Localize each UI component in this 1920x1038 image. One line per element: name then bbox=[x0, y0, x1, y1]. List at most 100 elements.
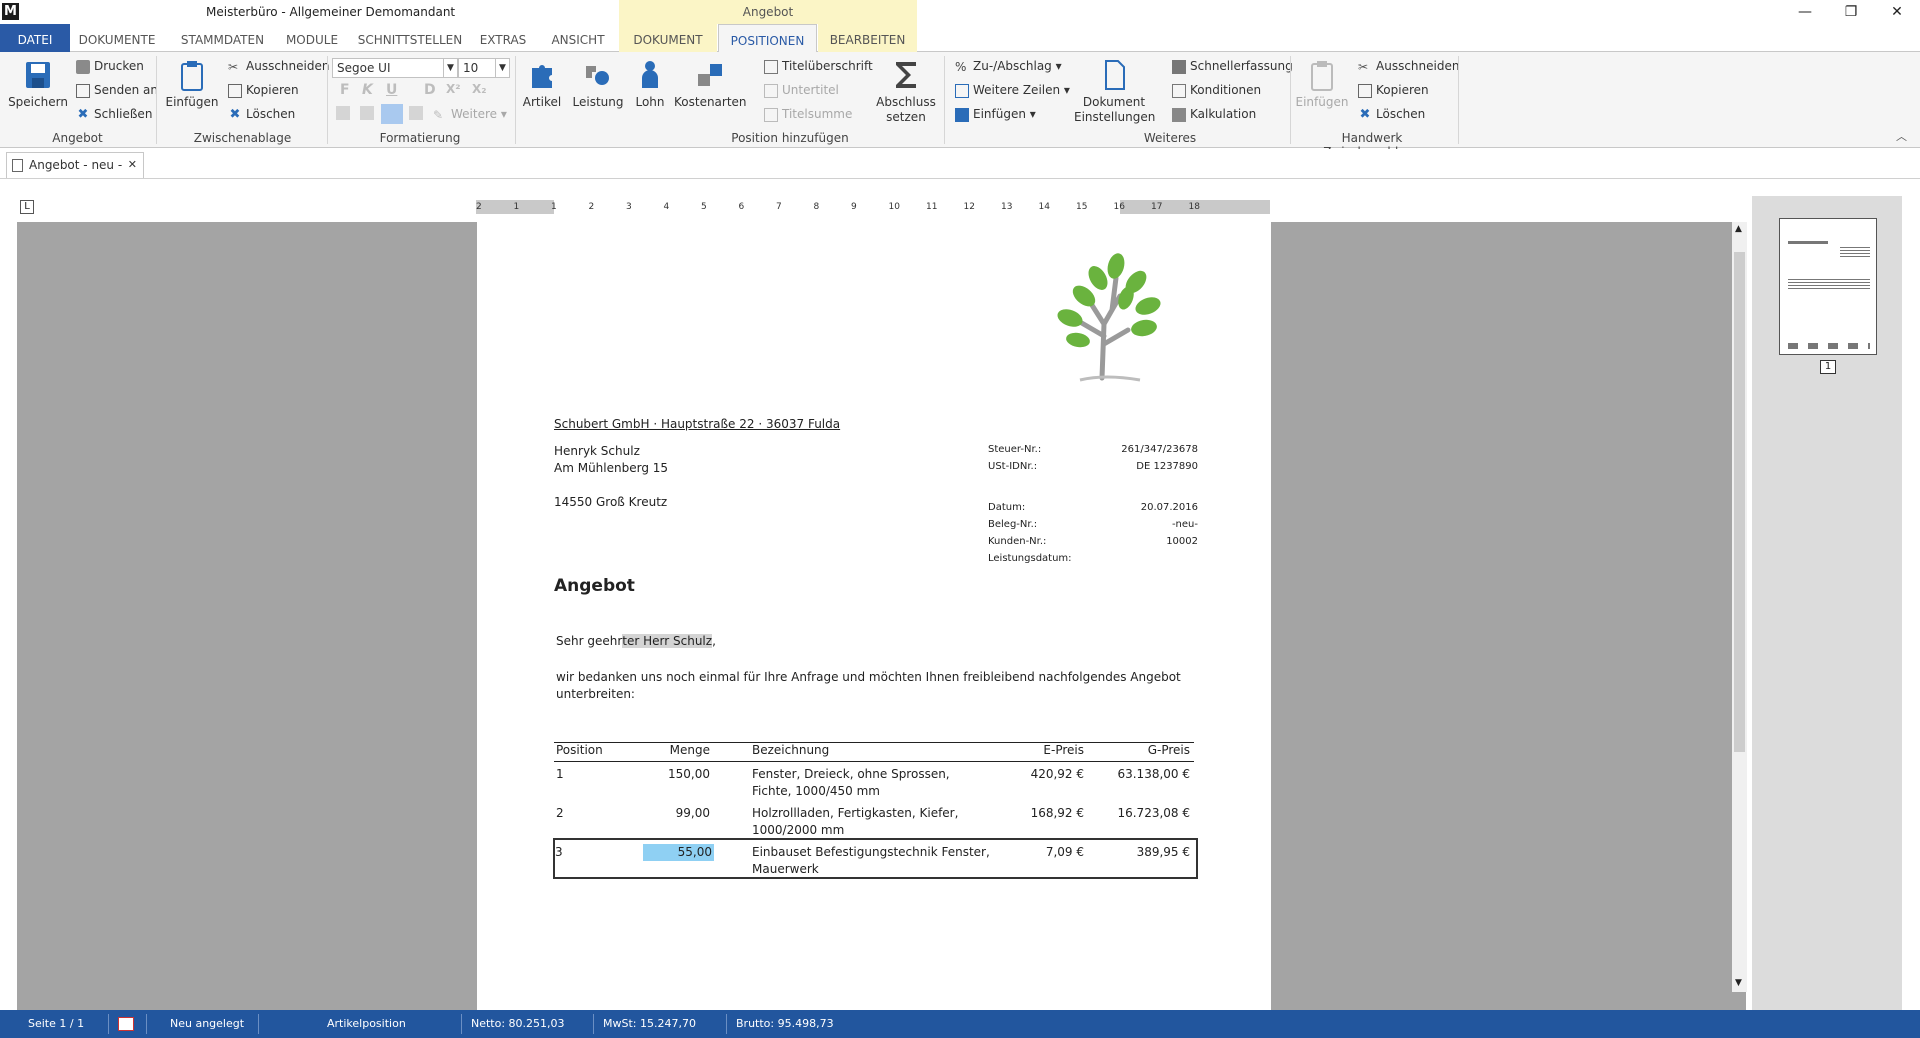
strikethrough-button[interactable]: D bbox=[424, 82, 436, 98]
tab-document-offer[interactable]: Angebot - neu - ✕ bbox=[6, 152, 144, 178]
close-document-button[interactable]: ✖ Schließen bbox=[76, 105, 153, 123]
closing-button[interactable]: Abschluss setzen bbox=[874, 58, 938, 125]
print-label: Drucken bbox=[94, 59, 144, 73]
group-label-clipboard: Zwischenablage bbox=[193, 131, 292, 145]
ruler-tick-label: 3 bbox=[626, 202, 632, 212]
scroll-down-icon[interactable]: ▼ bbox=[1735, 978, 1742, 988]
hw-paste-button[interactable]: Einfügen bbox=[1294, 58, 1350, 110]
document-page[interactable]: Schubert GmbH · Hauptstraße 22 · 36037 F… bbox=[477, 222, 1271, 1010]
pen-icon: ✎ bbox=[433, 107, 444, 122]
service-button[interactable]: Leistung bbox=[570, 58, 626, 110]
ruler-tick-label: 15 bbox=[1076, 202, 1088, 212]
tab-view[interactable]: ANSICHT bbox=[538, 24, 618, 52]
thumbnail-footer bbox=[1788, 343, 1870, 349]
document-icon bbox=[1105, 60, 1125, 90]
status-gross: Brutto: 95.498,73 bbox=[736, 1017, 834, 1030]
cell-quantity: 150,00 bbox=[668, 767, 710, 781]
tab-documents[interactable]: DOKUMENTE bbox=[72, 24, 162, 52]
tab-file[interactable]: DATEI bbox=[0, 24, 70, 52]
tab-modules[interactable]: MODULE bbox=[280, 24, 344, 52]
scroll-up-icon[interactable]: ▲ bbox=[1735, 224, 1742, 234]
separator bbox=[327, 56, 328, 144]
page-thumbnail[interactable] bbox=[1779, 218, 1877, 355]
tab-master-data[interactable]: STAMMDATEN bbox=[170, 24, 275, 52]
close-window-button[interactable]: ✕ bbox=[1874, 0, 1920, 24]
paste-label: Einfügen bbox=[165, 95, 219, 109]
tab-context-document[interactable]: DOKUMENT bbox=[619, 24, 717, 52]
superscript-button[interactable]: X² bbox=[446, 82, 461, 96]
font-family-select[interactable]: Segoe UI ▼ bbox=[332, 58, 458, 78]
insert-button[interactable]: Einfügen ▾ bbox=[955, 105, 1036, 123]
calculator-icon bbox=[1172, 107, 1186, 122]
salutation[interactable]: Sehr geehrter Herr Schulz, bbox=[556, 634, 716, 648]
more-format-label: Weitere bbox=[451, 107, 498, 121]
save-button[interactable]: Speichern bbox=[8, 58, 68, 110]
subtitle-button[interactable]: Untertitel bbox=[764, 81, 839, 99]
subscript-button[interactable]: X₂ bbox=[472, 82, 487, 96]
table-row[interactable]: 1 150,00 Fenster, Dreieck, ohne Sprossen… bbox=[554, 766, 1194, 802]
window-title: Meisterbüro - Allgemeiner Demomandant bbox=[206, 5, 456, 19]
hw-copy-button[interactable]: Kopieren bbox=[1358, 81, 1429, 99]
italic-button[interactable]: K bbox=[362, 82, 373, 98]
cut-button[interactable]: ✂ Ausschneiden bbox=[228, 57, 329, 75]
close-tab-icon[interactable]: ✕ bbox=[128, 153, 137, 177]
article-button[interactable]: Artikel bbox=[520, 58, 564, 110]
hw-cut-button[interactable]: ✂ Ausschneiden bbox=[1358, 57, 1459, 75]
print-button[interactable]: Drucken bbox=[76, 57, 144, 75]
more-rows-label: Weitere Zeilen bbox=[973, 83, 1061, 97]
horizontal-ruler[interactable]: 2 1 1 2 3 4 5 6 7 8 9 10 11 12 13 14 15 16 17 18 bbox=[476, 200, 1270, 214]
calendar-icon[interactable] bbox=[118, 1017, 134, 1031]
copy-button[interactable]: Kopieren bbox=[228, 81, 299, 99]
more-format-button[interactable]: ✎ Weitere ▾ bbox=[433, 105, 507, 123]
more-rows-button[interactable]: Weitere Zeilen ▾ bbox=[955, 81, 1070, 99]
intro-text[interactable]: wir bedanken uns noch einmal für Ihre An… bbox=[556, 669, 1196, 703]
table-row[interactable]: 2 99,00 Holzrollladen, Fertigkasten, Kie… bbox=[554, 805, 1194, 841]
hw-delete-button[interactable]: ✖ Löschen bbox=[1358, 105, 1426, 123]
tab-extras[interactable]: EXTRAS bbox=[474, 24, 532, 52]
collapse-ribbon-icon[interactable]: ︿ bbox=[1896, 128, 1907, 144]
scroll-thumb[interactable] bbox=[1734, 252, 1745, 752]
send-to-button[interactable]: Senden an bbox=[76, 81, 158, 99]
conditions-button[interactable]: Konditionen bbox=[1172, 81, 1261, 99]
justify-icon[interactable] bbox=[409, 106, 423, 120]
selected-row-frame bbox=[553, 838, 1198, 879]
bold-button[interactable]: F bbox=[340, 82, 350, 98]
restore-button[interactable]: ❐ bbox=[1828, 0, 1874, 24]
separator bbox=[461, 1014, 462, 1034]
document-settings-button[interactable]: Dokument Einstellungen bbox=[1074, 58, 1155, 125]
tab-context-edit[interactable]: BEARBEITEN bbox=[818, 24, 917, 52]
underline-button[interactable]: U bbox=[386, 82, 397, 98]
quick-entry-label: Schnellerfassung bbox=[1190, 59, 1293, 73]
app-logo[interactable]: M bbox=[2, 3, 19, 20]
paste-button[interactable]: Einfügen bbox=[164, 58, 220, 110]
tab-interfaces[interactable]: SCHNITTSTELLEN bbox=[350, 24, 470, 52]
title-heading-button[interactable]: Titelüberschrift bbox=[764, 57, 873, 75]
cost-types-button[interactable]: Kostenarten bbox=[674, 58, 747, 110]
puzzle-gear-icon bbox=[586, 66, 609, 85]
ruler-tick-label: 16 bbox=[1113, 202, 1125, 212]
tab-stop-selector[interactable]: L bbox=[20, 200, 34, 214]
header-unit-price: E-Preis bbox=[1043, 743, 1084, 757]
ribbon: Speichern Drucken Senden an ✖ Schließen A… bbox=[0, 52, 1920, 159]
scissors-icon: ✂ bbox=[1358, 59, 1369, 74]
calculation-button[interactable]: Kalkulation bbox=[1172, 105, 1256, 123]
wage-button[interactable]: Lohn bbox=[632, 58, 668, 110]
quick-entry-button[interactable]: Schnellerfassung bbox=[1172, 57, 1293, 75]
surcharge-button[interactable]: % Zu-/Abschlag ▾ bbox=[955, 57, 1062, 75]
title-sum-label: Titelsumme bbox=[782, 107, 853, 121]
minimize-button[interactable]: — bbox=[1782, 0, 1828, 24]
meta-value: 20.07.2016 bbox=[1140, 502, 1198, 513]
align-right-icon[interactable] bbox=[381, 104, 403, 124]
calculation-label: Kalkulation bbox=[1190, 107, 1257, 121]
align-left-icon[interactable] bbox=[336, 106, 350, 120]
font-size-select[interactable]: 10 ▼ bbox=[458, 58, 510, 78]
status-vat: MwSt: 15.247,70 bbox=[603, 1017, 696, 1030]
title-sum-button[interactable]: Titelsumme bbox=[764, 105, 852, 123]
ruler-tick-label: 5 bbox=[701, 202, 707, 212]
delete-button[interactable]: ✖ Löschen bbox=[228, 105, 296, 123]
separator bbox=[1458, 56, 1459, 144]
separator bbox=[258, 1014, 259, 1034]
vertical-scrollbar[interactable]: ▲ ▼ bbox=[1732, 222, 1747, 992]
align-center-icon[interactable] bbox=[360, 106, 374, 120]
tab-context-positions[interactable]: POSITIONEN bbox=[718, 24, 817, 53]
